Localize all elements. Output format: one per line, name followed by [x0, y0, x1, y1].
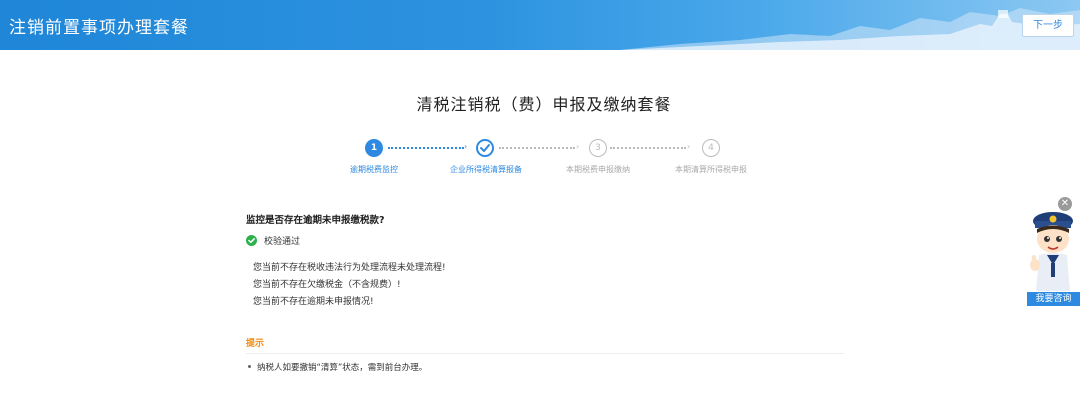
header-bar: 注销前置事项办理套餐 [0, 0, 1080, 50]
check-message: 您当前不存在逾期未申报情况! [253, 297, 374, 307]
check-message: 您当前不存在欠缴税金（不含规费）! [253, 280, 401, 290]
step-2-label[interactable]: 企业所得税清算报备 [431, 164, 541, 175]
check-status-text: 校验通过 [264, 237, 301, 247]
step-3-label[interactable]: 本期税费申报缴纳 [543, 164, 653, 175]
check-status: 校验通过 [246, 234, 300, 247]
consult-button[interactable]: 我要咨询 [1027, 292, 1080, 306]
app-title: 注销前置事项办理套餐 [9, 18, 189, 38]
step-1-circle[interactable]: 1 [365, 139, 383, 157]
arrow-right-icon: › [687, 142, 691, 151]
step-connector [610, 147, 686, 149]
tips-title: 提示 [246, 339, 265, 349]
step-4-circle[interactable]: 4 [702, 139, 720, 157]
page-title: 清税注销税（费）申报及缴纳套餐 [416, 95, 672, 114]
assistant-widget[interactable]: ✕ [1026, 195, 1080, 307]
step-number: 3 [595, 143, 601, 153]
close-icon[interactable]: ✕ [1058, 197, 1072, 211]
tax-officer-avatar-icon [1030, 212, 1073, 291]
step-connector [388, 147, 464, 149]
step-number: 4 [708, 143, 714, 153]
arrow-right-icon: › [576, 142, 580, 151]
step-progress: 1 逾期税费监控 › 企业所得税清算报备 › 3 本期税费申报缴纳 › 4 本期… [0, 136, 1080, 186]
arrow-right-icon: › [464, 142, 468, 151]
step-3-circle[interactable]: 3 [589, 139, 607, 157]
check-message: 您当前不存在税收违法行为处理流程未处理流程! [253, 263, 446, 273]
step-1-label[interactable]: 逾期税费监控 [319, 164, 429, 175]
step-number: 1 [370, 143, 378, 153]
step-2-circle[interactable] [476, 139, 494, 157]
step-connector [499, 147, 575, 149]
bullet-icon [248, 365, 251, 368]
tip-text: 纳税人如要撤销“清算”状态，需到前台办理。 [257, 363, 428, 373]
step-4-label[interactable]: 本期清算所得税申报 [656, 164, 766, 175]
great-wall-decoration [620, 8, 1080, 50]
next-step-button[interactable]: 下一步 [1022, 14, 1074, 37]
tips-divider [246, 353, 844, 354]
check-icon [480, 144, 490, 152]
tip-item: 纳税人如要撤销“清算”状态，需到前台办理。 [248, 361, 427, 373]
check-circle-icon [246, 235, 257, 246]
check-question: 监控是否存在逾期未申报缴税款? [246, 215, 385, 226]
